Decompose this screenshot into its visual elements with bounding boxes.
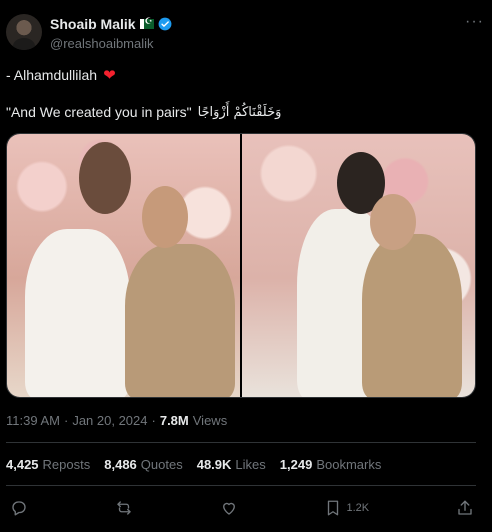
meta-separator: · xyxy=(151,413,156,428)
tweet-media xyxy=(6,133,476,398)
tweet-meta: 11:39 AM · Jan 20, 2024 · 7.8M Views xyxy=(6,413,227,428)
media-photo-2[interactable] xyxy=(242,134,475,397)
share-icon xyxy=(458,500,472,515)
tweet-line-1: - Alhamdullilah xyxy=(6,67,98,83)
more-options-icon[interactable]: ··· xyxy=(465,14,484,30)
views-count: 7.8M xyxy=(159,413,189,428)
share-button[interactable] xyxy=(456,499,474,517)
tweet-text: - Alhamdullilah ❤ "And We created you in… xyxy=(6,66,480,122)
bookmark-button[interactable]: 1.2K xyxy=(324,499,369,517)
tweet-header: Shoaib Malik @realshoaibmalik ··· xyxy=(6,14,484,54)
tweet-time[interactable]: 11:39 AM xyxy=(6,413,60,428)
heart-icon xyxy=(222,502,235,515)
stat-likes[interactable]: 48.9K Likes xyxy=(197,457,266,472)
meta-separator: · xyxy=(63,413,69,428)
tweet-stats: 4,425 Reposts 8,486 Quotes 48.9K Likes 1,24… xyxy=(6,457,381,472)
author-display-name[interactable]: Shoaib Malik xyxy=(50,16,136,32)
author-avatar[interactable] xyxy=(6,14,42,50)
tweet-line-2-english: "And We created you in pairs" xyxy=(6,104,192,120)
stat-quotes[interactable]: 8,486 Quotes xyxy=(104,457,182,472)
red-heart-emoji-icon: ❤ xyxy=(103,67,116,84)
photo-figure-bride xyxy=(125,244,235,397)
divider-top xyxy=(6,442,476,443)
repost-icon xyxy=(117,501,131,515)
verified-badge-icon xyxy=(158,17,171,31)
bookmark-count: 1.2K xyxy=(346,502,370,514)
reply-button[interactable] xyxy=(10,499,28,517)
photo-figure-groom xyxy=(25,229,130,397)
author-handle[interactable]: @realshoaibmalik xyxy=(50,36,172,51)
reply-icon xyxy=(12,501,26,516)
tweet-actions: 1.2K xyxy=(6,497,478,519)
media-photo-1[interactable] xyxy=(7,134,240,397)
photo-figure-bride-head xyxy=(142,186,188,248)
photo-figure-groom-head xyxy=(79,142,131,214)
divider-bottom xyxy=(6,485,476,486)
tweet-date[interactable]: Jan 20, 2024 xyxy=(72,413,147,428)
tweet-line-2-arabic: وَخَلَقْنَاكُمْ أَزْوَاجًا xyxy=(197,104,282,120)
pakistan-flag-icon xyxy=(139,16,154,29)
photo-figure-bride-head xyxy=(370,194,416,250)
photo-figure-bride xyxy=(362,234,462,397)
like-button[interactable] xyxy=(220,499,238,517)
repost-button[interactable] xyxy=(115,499,133,517)
stat-bookmarks[interactable]: 1,249 Bookmarks xyxy=(280,457,382,472)
stat-reposts[interactable]: 4,425 Reposts xyxy=(6,457,90,472)
author-names: Shoaib Malik @realshoaibmalik xyxy=(50,16,172,51)
views-label: Views xyxy=(192,413,228,428)
bookmark-icon xyxy=(328,500,339,516)
